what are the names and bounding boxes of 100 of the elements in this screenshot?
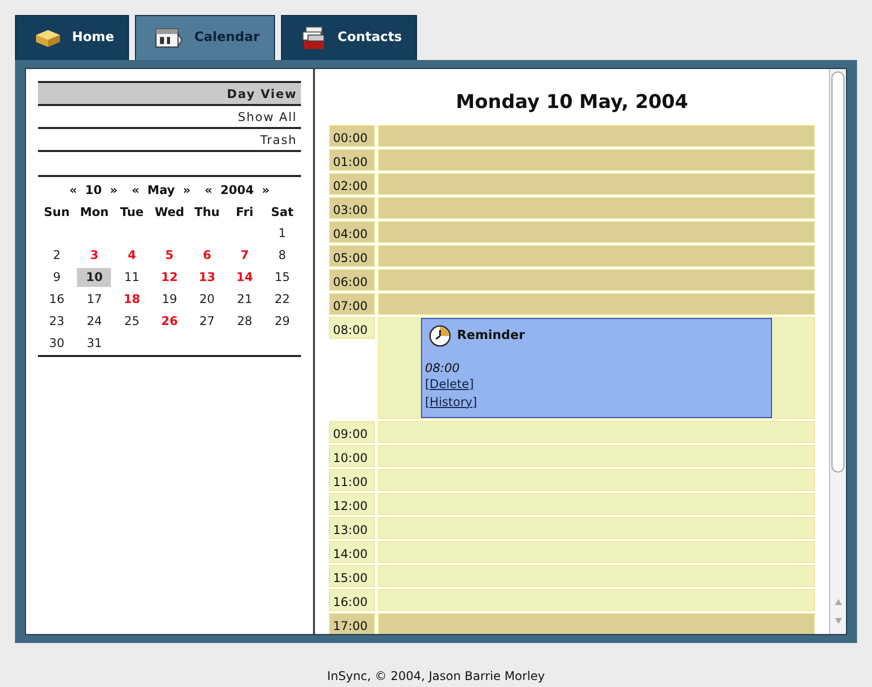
time-cell: 12:00 bbox=[329, 492, 375, 514]
calendar-day[interactable]: 3 bbox=[77, 246, 112, 265]
hour-slot[interactable] bbox=[378, 268, 815, 290]
hour-slot[interactable] bbox=[378, 540, 815, 562]
calendar-day[interactable]: 9 bbox=[40, 268, 74, 287]
calendar-day[interactable]: 20 bbox=[190, 290, 224, 309]
time-cell: 10:00 bbox=[329, 444, 375, 466]
tab[interactable]: Contacts bbox=[280, 15, 417, 60]
weekday-label: Thu bbox=[193, 204, 221, 221]
time-cell: 00:00 bbox=[329, 124, 375, 146]
next-link[interactable]: » bbox=[110, 181, 118, 199]
footer-text: InSync, © 2004, Jason Barrie Morley bbox=[326, 668, 546, 685]
time-cell: 13:00 bbox=[329, 516, 375, 538]
nav-value: 2004 bbox=[220, 182, 254, 199]
hour-slot[interactable] bbox=[378, 124, 815, 146]
weekday-label: Mon bbox=[78, 204, 110, 221]
hour-slot[interactable] bbox=[378, 172, 815, 194]
scrollbar[interactable] bbox=[829, 69, 846, 634]
tab[interactable]: Home bbox=[15, 15, 130, 60]
prev-link[interactable]: « bbox=[132, 181, 140, 199]
calendar-day[interactable]: 23 bbox=[40, 312, 74, 331]
weekday-label: Wed bbox=[154, 204, 186, 221]
hour-slot[interactable] bbox=[378, 220, 815, 242]
calendar-day[interactable]: 18 bbox=[114, 290, 149, 309]
calendar-day[interactable]: 11 bbox=[114, 268, 149, 287]
calendar-day[interactable]: 10 bbox=[77, 268, 112, 287]
time-cell: 01:00 bbox=[329, 148, 375, 170]
calendar-day[interactable]: 22 bbox=[265, 290, 300, 309]
calendar-day[interactable]: 13 bbox=[190, 268, 224, 287]
calendar-day[interactable]: 17 bbox=[77, 290, 112, 309]
time-cell: 07:00 bbox=[329, 292, 375, 314]
calendar-day[interactable]: 8 bbox=[265, 246, 300, 265]
calendar-day[interactable]: 26 bbox=[152, 312, 186, 331]
weekday-label: Sun bbox=[42, 204, 71, 221]
event-link[interactable]: [Delete] bbox=[425, 376, 474, 390]
weekday-label: Tue bbox=[119, 204, 145, 221]
next-link[interactable]: » bbox=[262, 181, 270, 199]
time-cell: 11:00 bbox=[329, 468, 375, 490]
prev-link[interactable]: « bbox=[69, 181, 78, 199]
nav-value: 10 bbox=[85, 182, 102, 199]
time-cell: 09:00 bbox=[329, 420, 375, 442]
time-cell: 02:00 bbox=[329, 172, 375, 194]
calendar-day[interactable]: 21 bbox=[228, 290, 262, 309]
nav-value: May bbox=[147, 182, 175, 199]
calendar-day[interactable]: 31 bbox=[77, 334, 112, 353]
hour-slot[interactable] bbox=[378, 148, 815, 170]
time-cell: 08:00 bbox=[329, 316, 375, 338]
time-cell: 06:00 bbox=[329, 268, 375, 290]
box-icon bbox=[34, 28, 62, 48]
prev-link[interactable]: « bbox=[204, 181, 212, 199]
menu-item[interactable]: Trash bbox=[38, 127, 301, 150]
hour-slot[interactable] bbox=[378, 492, 815, 514]
next-link[interactable]: » bbox=[182, 181, 191, 199]
calendar-day[interactable]: 29 bbox=[265, 312, 300, 331]
calendar-day[interactable]: 25 bbox=[114, 312, 149, 331]
hour-slot[interactable] bbox=[378, 444, 815, 466]
calendar-day[interactable]: 12 bbox=[152, 268, 186, 287]
calendar-day[interactable]: 15 bbox=[265, 268, 300, 287]
time-cell: 15:00 bbox=[329, 564, 375, 586]
event-time: 08:00 bbox=[425, 360, 461, 374]
tab[interactable]: Calendar bbox=[135, 15, 275, 60]
hour-slot[interactable] bbox=[378, 468, 815, 490]
time-cell: 17:00 bbox=[329, 612, 375, 634]
calendar-day[interactable]: 28 bbox=[228, 312, 262, 331]
weekday-label: Sat bbox=[270, 204, 294, 221]
calendar-day[interactable]: 19 bbox=[152, 290, 186, 309]
day-title: Monday 10 May, 2004 bbox=[454, 90, 690, 115]
menu-item[interactable]: Day View bbox=[38, 81, 301, 104]
time-cell: 14:00 bbox=[329, 540, 375, 562]
event-card[interactable]: Reminder 08:00 [Delete] [History] bbox=[421, 318, 772, 418]
event-link[interactable]: [History] bbox=[425, 394, 478, 408]
hour-slot[interactable] bbox=[378, 564, 815, 586]
calendar-icon bbox=[154, 26, 184, 50]
time-cell: 03:00 bbox=[329, 196, 375, 218]
calendar-day[interactable]: 2 bbox=[40, 246, 74, 265]
calendar-day[interactable]: 5 bbox=[152, 246, 186, 265]
calendar-day[interactable]: 6 bbox=[190, 246, 224, 265]
calendar-day[interactable]: 24 bbox=[77, 312, 112, 331]
time-cell: 04:00 bbox=[329, 220, 375, 242]
hour-slot[interactable] bbox=[378, 244, 815, 266]
calendar-day[interactable]: 27 bbox=[190, 312, 224, 331]
calendar-day[interactable]: 16 bbox=[40, 290, 74, 309]
clock-icon bbox=[429, 324, 451, 346]
hour-slot[interactable]: Reminder 08:00 [Delete] [History] bbox=[378, 316, 815, 418]
hour-slot[interactable] bbox=[378, 292, 815, 314]
hour-slot[interactable] bbox=[378, 420, 815, 442]
event-title: Reminder bbox=[457, 326, 525, 344]
hour-slot[interactable] bbox=[378, 196, 815, 218]
menu-item[interactable]: Show All bbox=[38, 104, 301, 127]
hour-slot[interactable] bbox=[378, 588, 815, 610]
time-cell: 16:00 bbox=[329, 588, 375, 610]
calendar-day[interactable]: 14 bbox=[228, 268, 262, 287]
calendar-day[interactable]: 30 bbox=[40, 334, 74, 353]
weekday-label: Fri bbox=[234, 204, 254, 221]
time-cell: 05:00 bbox=[329, 244, 375, 266]
calendar-day[interactable]: 4 bbox=[114, 246, 149, 265]
hour-slot[interactable] bbox=[378, 612, 815, 634]
calendar-day[interactable]: 1 bbox=[265, 224, 300, 243]
calendar-day[interactable]: 7 bbox=[228, 246, 262, 265]
hour-slot[interactable] bbox=[378, 516, 815, 538]
